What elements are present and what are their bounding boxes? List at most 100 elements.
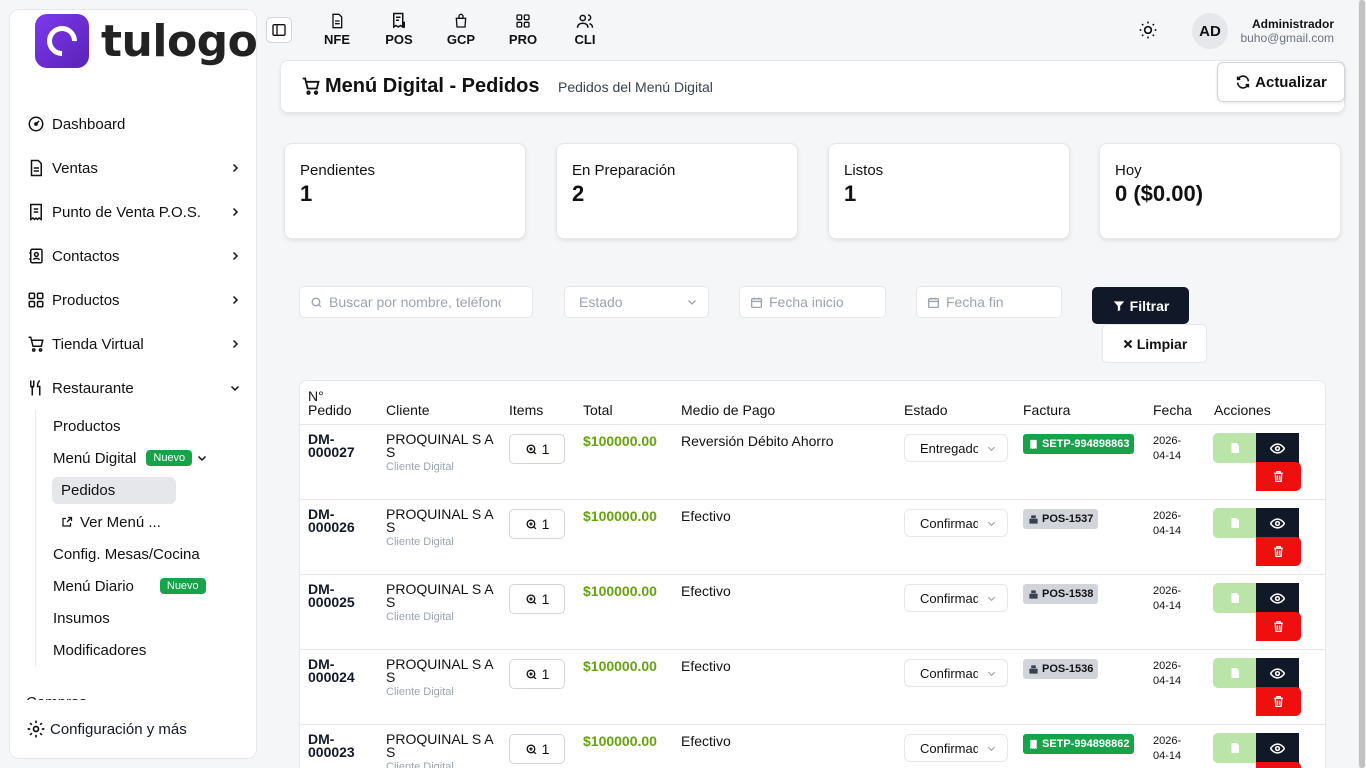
sidebar-item-productos[interactable]: Productos [10, 278, 256, 322]
sidebar-item-contactos[interactable]: Contactos [10, 234, 256, 278]
sidebar-item-pos[interactable]: Punto de Venta P.O.S. [10, 190, 256, 234]
receipt-icon [26, 202, 46, 222]
sidebar-sub-productos[interactable]: Productos [36, 410, 256, 442]
view-order-button[interactable] [1256, 433, 1299, 463]
delete-order-button[interactable] [1256, 462, 1301, 491]
fecha-fin-input[interactable]: Fecha fin [916, 286, 1062, 318]
view-order-button[interactable] [1256, 583, 1299, 613]
module-bar: NFE POS GCP PRO CLI [306, 10, 616, 47]
view-invoice-button[interactable] [1213, 733, 1256, 763]
view-invoice-button[interactable] [1213, 433, 1256, 463]
module-label: CLI [574, 32, 596, 47]
invoice-badge[interactable]: POS-1536 [1023, 659, 1099, 679]
client-name: PROQUINAL S A [386, 731, 494, 747]
module-pos[interactable]: POS [368, 10, 430, 47]
column-header-total[interactable]: Total [583, 381, 613, 424]
page-scrollbar[interactable] [1358, 0, 1366, 768]
table-row[interactable]: DM- 000025 PROQUINAL S A S Cliente Digit… [300, 575, 1325, 650]
user-info[interactable]: Administrador buho@gmail.com [1240, 17, 1334, 45]
sub-item-label: Pedidos [61, 481, 116, 499]
view-order-button[interactable] [1256, 508, 1299, 538]
estado-select[interactable]: Estado [564, 286, 709, 318]
sidebar-sub-insumos[interactable]: Insumos [36, 602, 256, 634]
sidebar-sub-menu-diario[interactable]: Menú Diario Nuevo [36, 570, 256, 602]
stat-label: Hoy [1115, 162, 1142, 179]
items-button[interactable]: 1 [509, 434, 565, 464]
sidebar-sub-ver-menu[interactable]: Ver Menú ... [36, 506, 256, 538]
status-select[interactable]: Confirmado [904, 509, 1008, 537]
sidebar-item-restaurante[interactable]: Restaurante [10, 366, 256, 410]
cart-icon [26, 334, 46, 354]
sidebar-sub-config-mesas[interactable]: Config. Mesas/Cocina [36, 538, 256, 570]
sidebar-sub-pedidos[interactable]: Pedidos [36, 474, 256, 506]
view-invoice-button[interactable] [1213, 658, 1256, 688]
search-input[interactable]: Buscar por nombre, teléfono [299, 286, 533, 318]
module-pro[interactable]: PRO [492, 10, 554, 47]
column-header-fecha[interactable]: Fecha [1153, 381, 1192, 424]
sidebar-item-ventas[interactable]: Ventas [10, 146, 256, 190]
column-header-estado[interactable]: Estado [904, 381, 948, 424]
column-header-medio-pago[interactable]: Medio de Pago [681, 381, 775, 424]
sidebar-sub-modificadores[interactable]: Modificadores [36, 634, 256, 666]
eye-icon [1270, 741, 1285, 756]
column-header-pedido[interactable]: N° Pedido [308, 381, 352, 424]
table-row[interactable]: DM- 000023 PROQUINAL S A S Cliente Digit… [300, 725, 1325, 768]
table-row[interactable]: DM- 000027 PROQUINAL S A S Cliente Digit… [300, 425, 1325, 500]
module-cli[interactable]: CLI [554, 10, 616, 47]
status-select[interactable]: Confirmado [904, 659, 1008, 687]
avatar[interactable]: AD [1192, 13, 1228, 49]
sidebar-toggle-button[interactable] [266, 17, 292, 43]
items-button[interactable]: 1 [509, 509, 565, 539]
sub-item-label: Productos [53, 417, 121, 435]
delete-order-button[interactable] [1256, 537, 1301, 566]
module-gcp[interactable]: GCP [430, 10, 492, 47]
delete-order-button[interactable] [1256, 762, 1301, 768]
items-button[interactable]: 1 [509, 659, 565, 689]
invoice-badge[interactable]: SETP-994898862 [1023, 734, 1135, 754]
status-select[interactable]: Confirmado [904, 734, 1008, 762]
status-value: Confirmado [920, 665, 978, 681]
sidebar-settings-link[interactable]: Configuración y más [10, 700, 256, 758]
invoice-badge[interactable]: POS-1537 [1023, 509, 1099, 529]
refresh-button[interactable]: Actualizar [1217, 62, 1345, 102]
theme-toggle-sun-icon[interactable] [1138, 20, 1158, 45]
fecha-inicio-input[interactable]: Fecha inicio [739, 286, 886, 318]
delete-order-button[interactable] [1256, 687, 1301, 716]
module-nfe[interactable]: NFE [306, 10, 368, 47]
sidebar-item-tienda-virtual[interactable]: Tienda Virtual [10, 322, 256, 366]
date-month-day: 04-14 [1153, 600, 1182, 612]
column-header-factura[interactable]: Factura [1023, 381, 1070, 424]
order-id-number: 000027 [308, 444, 355, 460]
stat-label: Listos [844, 162, 884, 179]
view-order-button[interactable] [1256, 658, 1299, 688]
view-invoice-button[interactable] [1213, 508, 1256, 538]
brand-logo[interactable]: tulogo [35, 14, 256, 68]
document-icon [1229, 741, 1241, 755]
items-count: 1 [541, 441, 550, 457]
filter-button[interactable]: Filtrar [1092, 287, 1189, 324]
view-invoice-button[interactable] [1213, 583, 1256, 613]
user-email: buho@gmail.com [1240, 31, 1334, 45]
sidebar-item-dashboard[interactable]: Dashboard [10, 102, 256, 146]
column-header-items[interactable]: Items [509, 381, 543, 424]
sidebar-sub-menu-digital[interactable]: Menú Digital Nuevo [36, 442, 256, 474]
clear-filters-button[interactable]: Limpiar [1102, 324, 1207, 363]
table-row[interactable]: DM- 000026 PROQUINAL S A S Cliente Digit… [300, 500, 1325, 575]
view-order-button[interactable] [1256, 733, 1299, 763]
table-row[interactable]: DM- 000024 PROQUINAL S A S Cliente Digit… [300, 650, 1325, 725]
invoice-badge[interactable]: SETP-994898863 [1023, 434, 1135, 454]
grid-icon [26, 290, 46, 310]
items-button[interactable]: 1 [509, 584, 565, 614]
header-text: Medio de Pago [681, 402, 776, 418]
gauge-icon [26, 114, 46, 134]
status-select[interactable]: Confirmado [904, 584, 1008, 612]
scrollbar-thumb[interactable] [1359, 0, 1365, 768]
delete-order-button[interactable] [1256, 612, 1301, 641]
column-header-cliente[interactable]: Cliente [386, 381, 430, 424]
page-header: Menú Digital - Pedidos Pedidos del Menú … [280, 60, 1345, 113]
items-button[interactable]: 1 [509, 734, 565, 764]
status-select[interactable]: Entregado [904, 434, 1008, 462]
sidebar-panel-icon [271, 22, 287, 38]
payment-method: Reversión Débito Ahorro [681, 433, 834, 449]
invoice-badge[interactable]: POS-1538 [1023, 584, 1099, 604]
